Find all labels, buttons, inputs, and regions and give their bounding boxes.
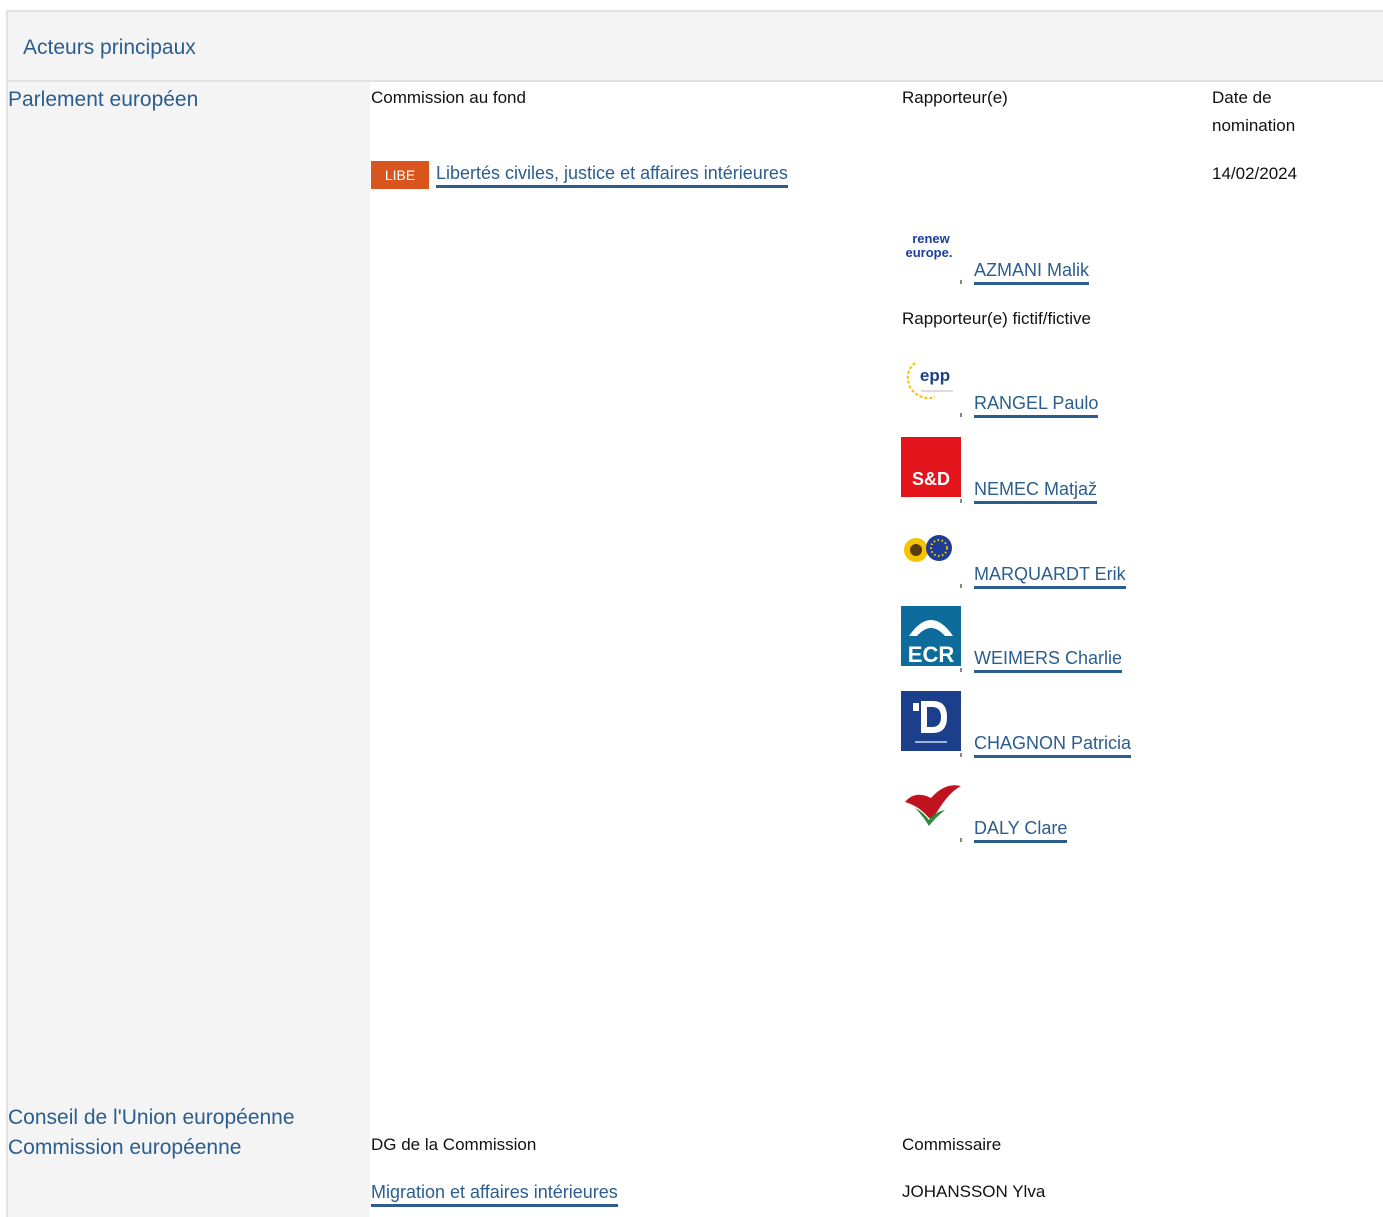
shadow-link-chagnon[interactable]: CHAGNON Patricia	[974, 731, 1132, 758]
shadow-link-daly[interactable]: DALY Clare	[974, 816, 1068, 843]
greens-efa-logo	[901, 522, 961, 582]
committee-code-badge: LIBE	[371, 161, 429, 189]
logo-tick	[960, 668, 962, 672]
ecr-logo: ECR	[901, 606, 961, 666]
renew-logo-text-2: europe.	[906, 245, 953, 260]
epp-logo-text: epp	[920, 366, 950, 385]
institution-commission[interactable]: Commission européenne	[8, 1134, 241, 1162]
logo-tick	[960, 280, 962, 284]
epp-logo: epp	[901, 351, 961, 411]
nomination-date: 14/02/2024	[1212, 164, 1298, 183]
section-title: Acteurs principaux	[23, 36, 196, 59]
institution-parliament[interactable]: Parlement européen	[8, 86, 198, 114]
logo-tick	[960, 753, 962, 757]
shadow-link-nemec[interactable]: NEMEC Matjaž	[974, 477, 1098, 504]
sd-logo: S&D	[901, 437, 961, 497]
logo-tick	[960, 584, 962, 588]
shadow-link-rangel[interactable]: RANGEL Paulo	[974, 391, 1099, 418]
institution-column	[8, 82, 370, 1217]
shadow-link-marquardt[interactable]: MARQUARDT Erik	[974, 562, 1126, 589]
section-header: Acteurs principaux	[8, 12, 1383, 82]
institution-council[interactable]: Conseil de l'Union européenne	[8, 1104, 295, 1132]
committee-link[interactable]: Libertés civiles, justice et affaires in…	[436, 161, 788, 188]
col-header-rapporteur: Rapporteur(e)	[902, 88, 1008, 107]
the-left-logo	[901, 776, 961, 836]
shadow-rapporteur-label: Rapporteur(e) fictif/fictive	[902, 309, 1091, 328]
col-header-commissioner: Commissaire	[902, 1135, 1002, 1154]
col-header-date: Date de nomination	[1212, 88, 1296, 135]
renew-europe-logo: renew europe.	[901, 218, 961, 278]
commissioner-name: JOHANSSON Ylva	[902, 1182, 1046, 1201]
logo-tick	[960, 499, 962, 503]
id-group-logo	[901, 691, 961, 751]
ecr-logo-text: ECR	[908, 642, 955, 666]
col-header-committee: Commission au fond	[371, 88, 526, 107]
renew-logo-text-1: renew	[912, 231, 950, 246]
logo-tick	[960, 838, 962, 842]
sd-logo-text: S&D	[912, 469, 950, 489]
dg-link[interactable]: Migration et affaires intérieures	[371, 1180, 618, 1207]
rapporteur-link-azmani[interactable]: AZMANI Malik	[974, 258, 1090, 285]
logo-tick	[960, 413, 962, 417]
shadow-link-weimers[interactable]: WEIMERS Charlie	[974, 646, 1123, 673]
col-header-dg: DG de la Commission	[371, 1135, 537, 1154]
